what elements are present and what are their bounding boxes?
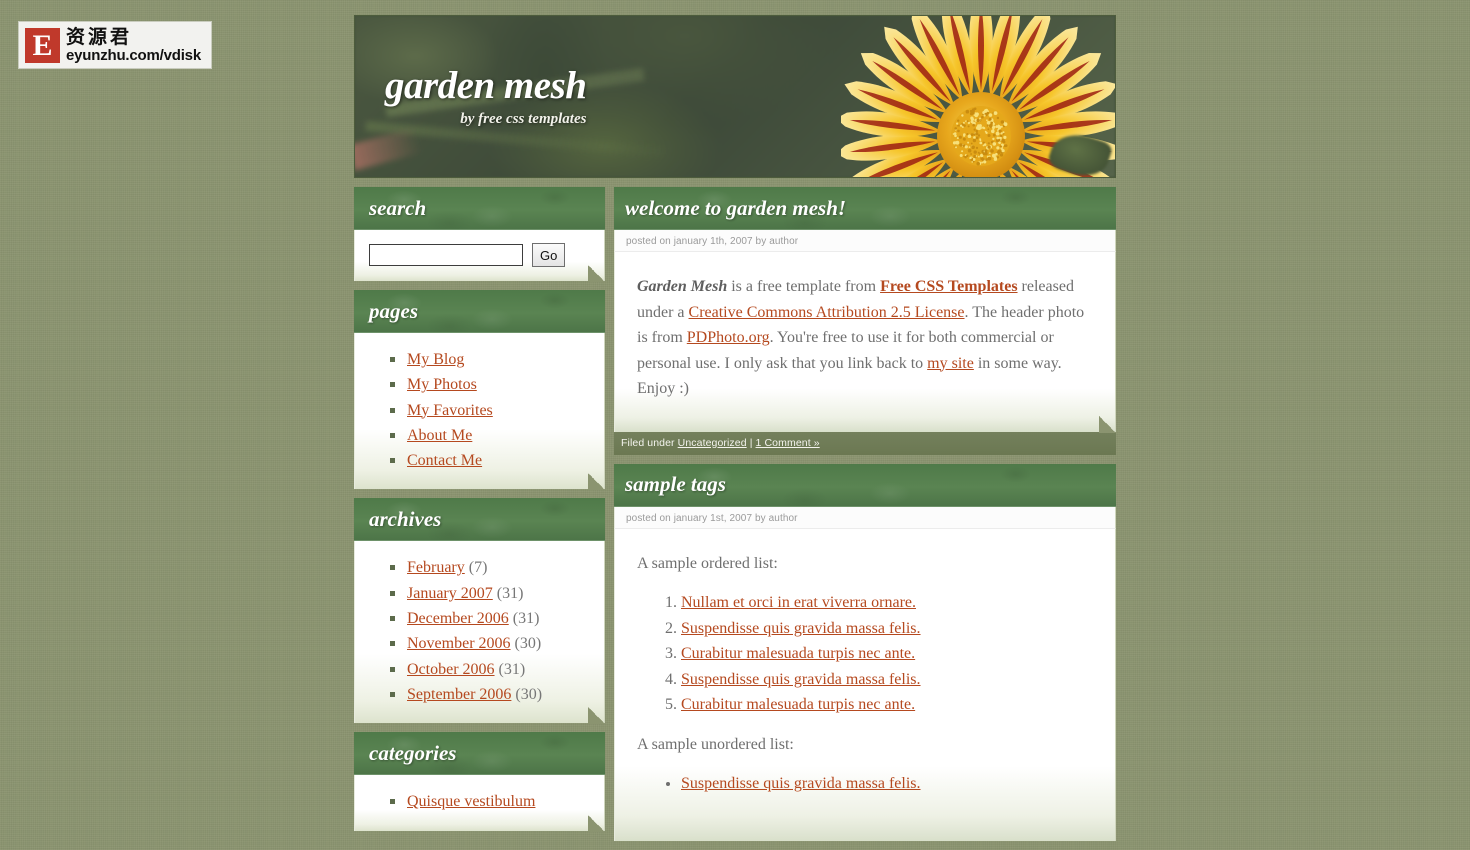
list-item: January 2007 (31) bbox=[355, 581, 604, 606]
footer-separator: | bbox=[747, 437, 756, 449]
archive-link-february[interactable]: February bbox=[407, 559, 465, 576]
post-welcome-header: welcome to garden mesh! bbox=[614, 187, 1116, 230]
category-link-quisque-vestibulum[interactable]: Quisque vestibulum bbox=[407, 793, 535, 810]
link-pdphoto-org[interactable]: PDPhoto.org bbox=[687, 329, 770, 346]
post-welcome-meta: posted on january 1th, 2007 by author bbox=[614, 230, 1116, 252]
archive-count: (31) bbox=[499, 661, 526, 678]
archive-count: (7) bbox=[469, 559, 488, 576]
sidebar: search Go pages My Blog My Photos My Fav… bbox=[354, 187, 605, 850]
main-content: welcome to garden mesh! posted on januar… bbox=[614, 187, 1116, 850]
link-category-uncategorized[interactable]: Uncategorized bbox=[678, 437, 747, 449]
categories-widget-header: categories bbox=[354, 732, 605, 775]
ordered-list-link-3[interactable]: Curabitur malesuada turpis nec ante. bbox=[681, 645, 915, 662]
sidebar-link-my-blog[interactable]: My Blog bbox=[407, 351, 464, 368]
list-item: Suspendisse quis gravida massa felis. bbox=[681, 616, 1085, 642]
sidebar-link-my-photos[interactable]: My Photos bbox=[407, 376, 477, 393]
page-wrapper: garden mesh by free css templates search… bbox=[354, 15, 1116, 850]
search-widget-header: search bbox=[354, 187, 605, 230]
template-name-emphasis: Garden Mesh bbox=[637, 278, 727, 295]
sidebar-link-about-me[interactable]: About Me bbox=[407, 427, 472, 444]
archive-link-january-2007[interactable]: January 2007 bbox=[407, 585, 493, 602]
list-item: November 2006 (30) bbox=[355, 631, 604, 656]
site-title: garden mesh bbox=[385, 66, 586, 105]
post-welcome: welcome to garden mesh! posted on januar… bbox=[614, 187, 1116, 455]
post-welcome-body: Garden Mesh is a free template from Free… bbox=[614, 252, 1116, 432]
watermark-letter-icon: E bbox=[25, 28, 60, 63]
list-item: Curabitur malesuada turpis nec ante. bbox=[681, 692, 1085, 718]
post-welcome-title: welcome to garden mesh! bbox=[625, 196, 846, 221]
archive-link-september-2006[interactable]: September 2006 bbox=[407, 686, 511, 703]
archive-count: (30) bbox=[515, 635, 542, 652]
list-item: Nullam et orci in erat viverra ornare. bbox=[681, 590, 1085, 616]
sample-ordered-list: Nullam et orci in erat viverra ornare. S… bbox=[637, 590, 1085, 718]
search-go-button[interactable]: Go bbox=[532, 243, 565, 267]
pages-widget-body: My Blog My Photos My Favorites About Me … bbox=[354, 333, 605, 489]
site-header-banner: garden mesh by free css templates bbox=[354, 15, 1116, 178]
list-item: Suspendisse quis gravida massa felis. bbox=[681, 771, 1085, 797]
list-item: February (7) bbox=[355, 555, 604, 580]
filed-under-label: Filed under bbox=[621, 437, 678, 449]
search-widget-body: Go bbox=[354, 230, 605, 281]
site-tagline: by free css templates bbox=[385, 111, 586, 128]
pages-widget-header: pages bbox=[354, 290, 605, 333]
list-item: My Favorites bbox=[355, 398, 604, 423]
ordered-list-link-4[interactable]: Suspendisse quis gravida massa felis. bbox=[681, 671, 921, 688]
pages-widget: pages My Blog My Photos My Favorites Abo… bbox=[354, 290, 605, 489]
unordered-list-link-1[interactable]: Suspendisse quis gravida massa felis. bbox=[681, 775, 921, 792]
search-heading: search bbox=[369, 196, 426, 221]
ordered-list-link-5[interactable]: Curabitur malesuada turpis nec ante. bbox=[681, 696, 915, 713]
archive-count: (30) bbox=[515, 686, 542, 703]
link-free-css-templates[interactable]: Free CSS Templates bbox=[880, 278, 1017, 295]
categories-widget-body: Quisque vestibulum bbox=[354, 775, 605, 830]
post-sample-tags-meta: posted on january 1st, 2007 by author bbox=[614, 507, 1116, 529]
list-item: About Me bbox=[355, 423, 604, 448]
link-comments[interactable]: 1 Comment » bbox=[756, 437, 820, 449]
post-sample-tags-title: sample tags bbox=[625, 472, 726, 497]
search-input[interactable] bbox=[369, 244, 523, 266]
watermark-logo: E 资源君 eyunzhu.com/vdisk bbox=[18, 21, 212, 69]
post-sample-tags-header: sample tags bbox=[614, 464, 1116, 507]
watermark-chinese-text: 资源君 bbox=[66, 28, 201, 47]
list-item: Curabitur malesuada turpis nec ante. bbox=[681, 641, 1085, 667]
watermark-url: eyunzhu.com/vdisk bbox=[66, 48, 201, 63]
sidebar-link-my-favorites[interactable]: My Favorites bbox=[407, 402, 493, 419]
archives-widget-body: February (7) January 2007 (31) December … bbox=[354, 541, 605, 723]
pages-heading: pages bbox=[369, 299, 418, 324]
list-item: December 2006 (31) bbox=[355, 606, 604, 631]
archive-count: (31) bbox=[513, 610, 540, 627]
list-item: My Blog bbox=[355, 347, 604, 372]
sample-unordered-list: Suspendisse quis gravida massa felis. bbox=[637, 771, 1085, 797]
archives-widget-header: archives bbox=[354, 498, 605, 541]
link-my-site[interactable]: my site bbox=[927, 355, 974, 372]
archives-widget: archives February (7) January 2007 (31) … bbox=[354, 498, 605, 723]
archives-heading: archives bbox=[369, 507, 441, 532]
list-item: Quisque vestibulum bbox=[355, 789, 604, 814]
post-sample-tags: sample tags posted on january 1st, 2007 … bbox=[614, 464, 1116, 841]
ordered-list-intro: A sample ordered list: bbox=[637, 551, 1085, 577]
list-item: Contact Me bbox=[355, 448, 604, 473]
link-creative-commons-license[interactable]: Creative Commons Attribution 2.5 License bbox=[689, 304, 965, 321]
list-item: My Photos bbox=[355, 372, 604, 397]
categories-widget: categories Quisque vestibulum bbox=[354, 732, 605, 830]
post-welcome-footer: Filed under Uncategorized | 1 Comment » bbox=[614, 432, 1116, 455]
archive-link-november-2006[interactable]: November 2006 bbox=[407, 635, 511, 652]
list-item: September 2006 (30) bbox=[355, 682, 604, 707]
ordered-list-link-2[interactable]: Suspendisse quis gravida massa felis. bbox=[681, 620, 921, 637]
unordered-list-intro: A sample unordered list: bbox=[637, 732, 1085, 758]
sidebar-link-contact-me[interactable]: Contact Me bbox=[407, 452, 482, 469]
list-item: October 2006 (31) bbox=[355, 657, 604, 682]
post-text: is a free template from bbox=[727, 278, 880, 295]
categories-heading: categories bbox=[369, 741, 456, 766]
archive-link-december-2006[interactable]: December 2006 bbox=[407, 610, 509, 627]
search-widget: search Go bbox=[354, 187, 605, 281]
archive-link-october-2006[interactable]: October 2006 bbox=[407, 661, 495, 678]
post-welcome-paragraph: Garden Mesh is a free template from Free… bbox=[637, 274, 1085, 402]
ordered-list-link-1[interactable]: Nullam et orci in erat viverra ornare. bbox=[681, 594, 916, 611]
post-sample-tags-body: A sample ordered list: Nullam et orci in… bbox=[614, 529, 1116, 841]
list-item: Suspendisse quis gravida massa felis. bbox=[681, 667, 1085, 693]
archive-count: (31) bbox=[497, 585, 524, 602]
